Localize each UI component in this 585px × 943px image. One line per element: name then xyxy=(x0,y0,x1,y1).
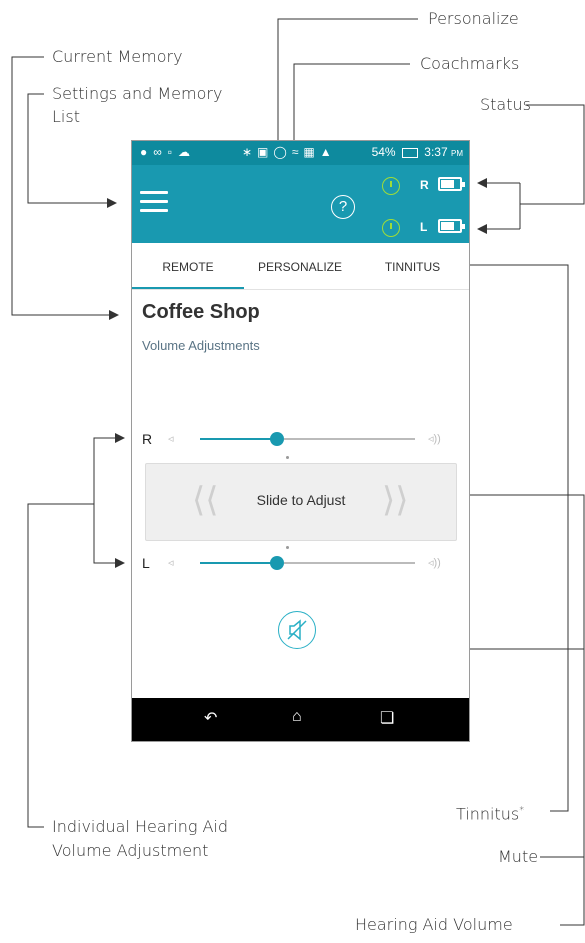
right-ear-label: R xyxy=(142,431,153,447)
left-slider-thumb[interactable] xyxy=(270,556,284,570)
right-volume-high-icon: ◃)) xyxy=(428,433,441,445)
hearing-aid-volume-callout: Hearing Aid Volume xyxy=(355,915,513,934)
mute-icon xyxy=(287,619,307,641)
left-aid-status: L xyxy=(378,217,468,241)
left-volume-slider[interactable] xyxy=(200,555,415,571)
memory-title: Coffee Shop xyxy=(142,301,260,323)
tinnitus-footnote-mark: * xyxy=(519,805,525,816)
tinnitus-callout-text: Tinnitus xyxy=(456,804,520,824)
tinnitus-callout: Tinnitus* xyxy=(456,800,524,825)
left-slider-center-mark xyxy=(286,546,289,549)
individual-leader-to-l xyxy=(93,504,125,568)
back-icon[interactable]: ↶ xyxy=(204,708,217,728)
recents-icon[interactable]: ❏ xyxy=(380,708,394,728)
slide-to-adjust-label: Slide to Adjust xyxy=(256,492,346,508)
individual-volume-callout-line1: Individual Hearing Aid xyxy=(52,817,229,836)
status-callout: Status xyxy=(480,95,531,114)
clock: 3:37 xyxy=(424,145,448,159)
right-slider-thumb[interactable] xyxy=(270,432,284,446)
left-slider-filled xyxy=(200,562,277,564)
settings-callout-line2: List xyxy=(52,107,80,126)
phone-screen: ●∞▫☁ ∗▣◯≈▦▲ 54% 3:37 PM ? R L REMOTE PER… xyxy=(131,140,470,742)
phone-battery-icon xyxy=(401,147,418,158)
individual-leader xyxy=(27,433,125,828)
current-memory-callout: Current Memory xyxy=(52,47,183,66)
slide-to-adjust-control[interactable]: ⟨⟨ Slide to Adjust ⟩⟩ xyxy=(145,463,457,541)
right-slider-center-mark xyxy=(286,456,289,459)
left-aid-power-icon xyxy=(382,219,400,237)
tab-remote[interactable]: REMOTE xyxy=(132,243,244,289)
chevron-right-icon: ⟩⟩ xyxy=(382,480,409,520)
help-icon[interactable]: ? xyxy=(331,195,355,219)
right-slider-empty xyxy=(284,438,415,440)
android-status-bar: ●∞▫☁ ∗▣◯≈▦▲ 54% 3:37 PM xyxy=(132,141,469,165)
status-notification-icons: ●∞▫☁ xyxy=(140,145,197,159)
left-aid-label: L xyxy=(420,220,428,234)
tab-tinnitus[interactable]: TINNITUS xyxy=(356,243,469,289)
personalize-callout: Personalize xyxy=(428,9,519,28)
right-volume-low-icon: ◃ xyxy=(168,433,174,445)
left-ear-label: L xyxy=(142,555,150,571)
right-aid-status: R xyxy=(378,175,468,199)
settings-callout-line1: Settings and Memory xyxy=(52,84,223,103)
left-slider-empty xyxy=(284,562,415,564)
right-volume-slider[interactable] xyxy=(200,431,415,447)
right-aid-power-icon xyxy=(382,177,400,195)
status-right: 54% 3:37 PM xyxy=(372,145,463,159)
battery-percent: 54% xyxy=(371,145,396,159)
mute-callout: Mute xyxy=(498,847,539,866)
app-header: ? R L xyxy=(132,165,469,243)
volume-adjustments-label: Volume Adjustments xyxy=(142,338,260,353)
right-slider-filled xyxy=(200,438,277,440)
menu-icon[interactable] xyxy=(140,191,168,213)
left-aid-battery-icon xyxy=(438,219,465,233)
right-aid-label: R xyxy=(420,178,429,192)
status-system-icons: ∗▣◯≈▦▲ xyxy=(242,145,337,159)
left-volume-high-icon: ◃)) xyxy=(428,557,441,569)
tinnitus-leader xyxy=(453,260,569,812)
individual-volume-callout-line2: Volume Adjustment xyxy=(52,841,209,860)
left-volume-low-icon: ◃ xyxy=(168,557,174,569)
status-leader xyxy=(520,104,585,205)
home-icon[interactable]: ⌂ xyxy=(292,708,302,726)
tab-bar: REMOTE PERSONALIZE TINNITUS xyxy=(132,243,469,290)
tab-personalize[interactable]: PERSONALIZE xyxy=(244,243,356,289)
right-aid-battery-icon xyxy=(438,177,465,191)
android-nav-bar: ↶ ⌂ ❏ xyxy=(132,698,469,741)
mute-button[interactable] xyxy=(278,611,316,649)
coachmarks-callout: Coachmarks xyxy=(420,54,520,73)
clock-suffix: PM xyxy=(451,149,463,158)
